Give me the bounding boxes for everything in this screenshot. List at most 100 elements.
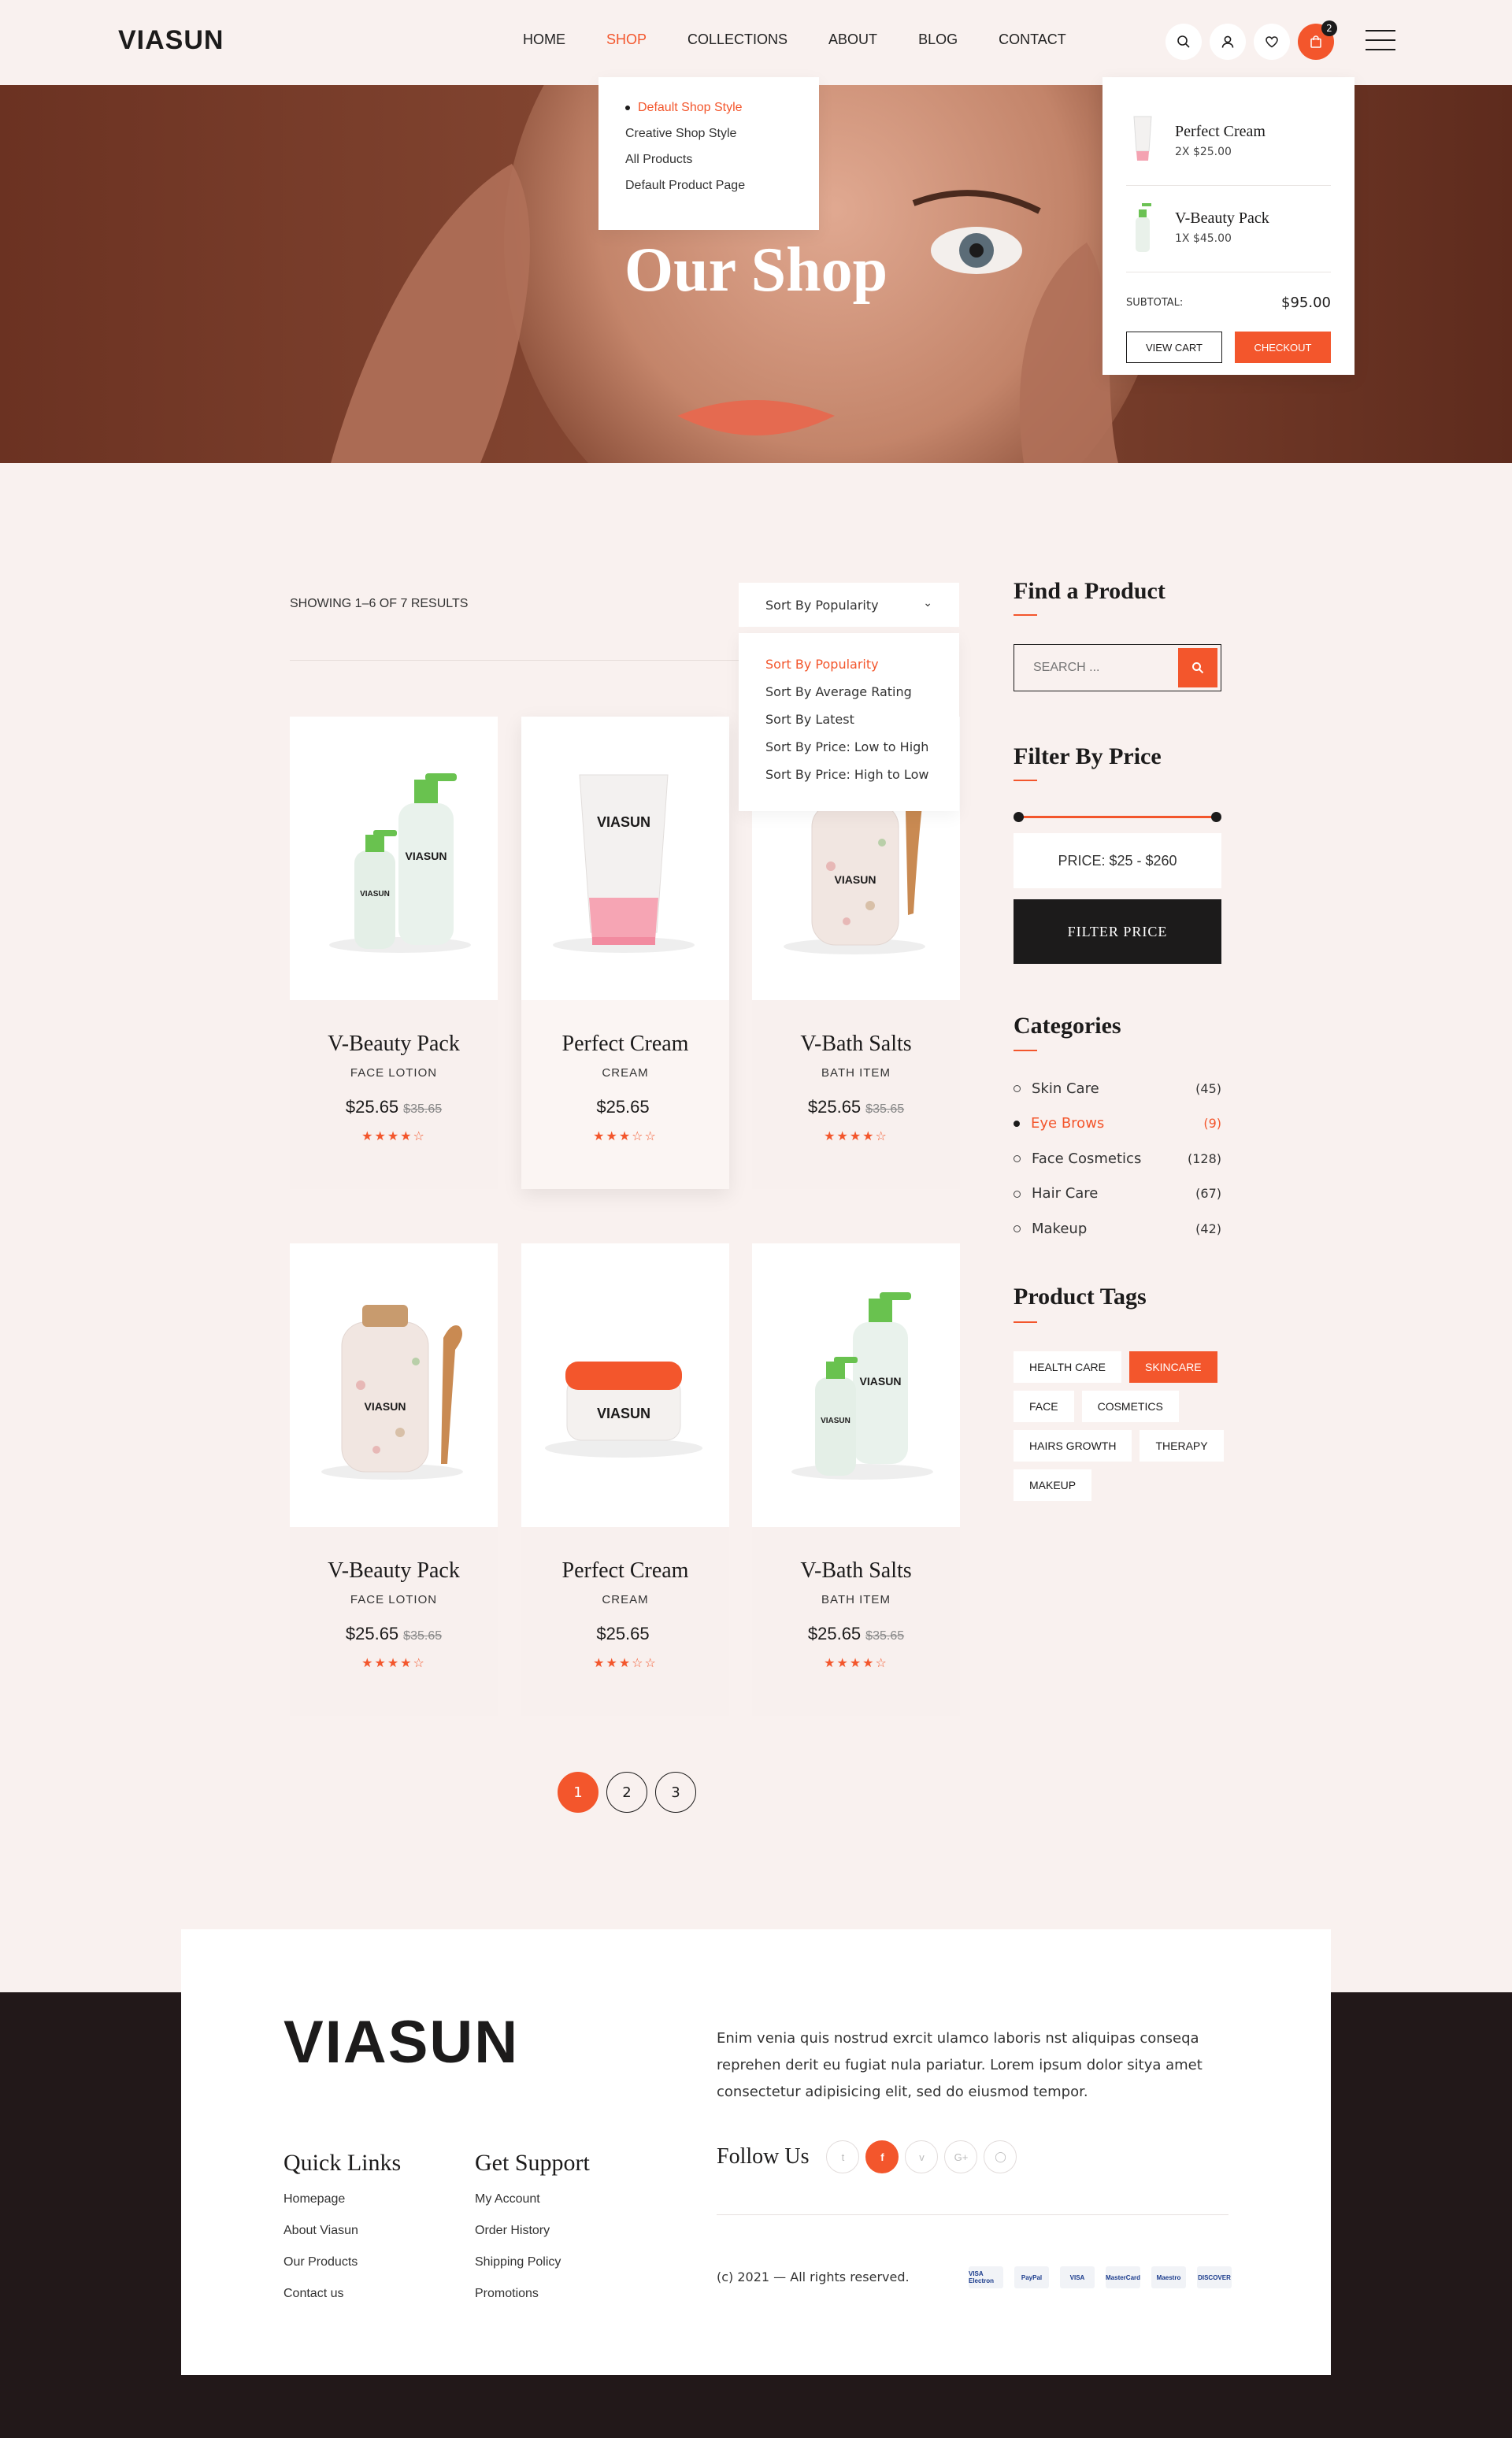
vimeo-icon[interactable]: v [905,2140,939,2173]
svg-text:VIASUN: VIASUN [860,1375,902,1388]
product-card[interactable]: VIASUN VIASUN V-Bath Salts BATH ITEM $25… [752,1243,960,1716]
category-count: (45) [1195,1080,1221,1096]
hamburger-menu-button[interactable] [1366,30,1395,54]
price-range-label: PRICE: $25 - $260 [1014,833,1221,888]
product-name[interactable]: Perfect Cream [521,1558,729,1584]
nav-home[interactable]: HOME [523,31,565,48]
product-name[interactable]: V-Beauty Pack [290,1032,498,1057]
cart-icon [1310,35,1321,48]
nav-about[interactable]: ABOUT [828,31,877,48]
category-item-face-cosmetics[interactable]: Face Cosmetics (128) [1014,1141,1221,1176]
account-button[interactable] [1210,24,1246,60]
product-image[interactable]: VIASUN [521,717,729,1000]
price-min-handle[interactable] [1014,812,1024,822]
twitter-icon[interactable]: t [826,2140,860,2173]
checkout-button[interactable]: CHECKOUT [1235,332,1331,363]
sort-option-latest[interactable]: Sort By Latest [765,712,932,727]
maestro-icon: Maestro [1151,2266,1186,2288]
menu-icon-line [1366,49,1395,50]
sort-option-rating[interactable]: Sort By Average Rating [765,684,932,699]
category-item-eye-brows[interactable]: Eye Brows (9) [1014,1106,1221,1142]
tag-makeup[interactable]: MAKEUP [1014,1469,1092,1501]
nav-contact[interactable]: CONTACT [999,31,1066,48]
mini-cart-item[interactable]: V-Beauty Pack 1X $45.00 [1126,186,1331,272]
search-submit-button[interactable] [1178,648,1217,687]
product-card[interactable]: VIASUN Perfect Cream CREAM $25.65 ★★★☆☆ [521,1243,729,1716]
product-name[interactable]: V-Bath Salts [752,1558,960,1584]
visa-icon: VISA [1060,2266,1095,2288]
category-item-skin-care[interactable]: Skin Care (45) [1014,1071,1221,1106]
tag-hairs-growth[interactable]: HAIRS GROWTH [1014,1430,1132,1462]
shop-menu-item-product-page[interactable]: Default Product Page [625,179,792,193]
search-button[interactable] [1166,24,1202,60]
result-count: SHOWING 1–6 OF 7 RESULTS [290,597,469,610]
shop-menu-item-all-products[interactable]: All Products [625,153,792,167]
mini-cart-actions: VIEW CART CHECKOUT [1126,332,1331,363]
product-card[interactable]: VIASUN Perfect Cream CREAM $25.65 ★★★☆☆ [521,717,729,1189]
product-name[interactable]: V-Bath Salts [752,1032,960,1057]
sort-option-price-asc[interactable]: Sort By Price: Low to High [765,739,932,754]
old-price: $35.65 [403,1629,443,1643]
category-item-hair-care[interactable]: Hair Care (67) [1014,1176,1221,1212]
nav-shop[interactable]: SHOP [606,31,647,48]
instagram-icon[interactable]: ◯ [984,2140,1017,2173]
footer-link-promotions[interactable]: Promotions [475,2287,590,2301]
tag-therapy[interactable]: THERAPY [1140,1430,1224,1462]
footer-link-about[interactable]: About Viasun [284,2224,401,2238]
view-cart-button[interactable]: VIEW CART [1126,332,1222,363]
product-name[interactable]: Perfect Cream [521,1032,729,1057]
tag-cosmetics[interactable]: COSMETICS [1081,1391,1179,1422]
tag-skincare[interactable]: SKINCARE [1128,1351,1217,1383]
sort-option-popularity[interactable]: Sort By Popularity [765,657,932,672]
site-logo[interactable]: VIASUN [118,25,224,56]
footer-link-homepage[interactable]: Homepage [284,2192,401,2206]
page-button-1[interactable]: 1 [558,1772,598,1813]
shop-menu-item-creative-style[interactable]: Creative Shop Style [625,127,792,141]
product-image[interactable]: VIASUN VIASUN [752,1243,960,1527]
tag-face[interactable]: FACE [1014,1391,1074,1422]
cart-button[interactable]: 2 [1298,20,1337,60]
product-price: $25.65 $35.65 [290,1624,498,1644]
price-range-slider[interactable] [1014,811,1221,822]
current-price: $25.65 [807,1624,862,1643]
product-card[interactable]: VIASUN VIASUN V-Beauty Pack FACE LOTION … [290,717,498,1189]
google-plus-icon[interactable]: G+ [944,2140,978,2173]
page-button-3[interactable]: 3 [655,1772,696,1813]
heart-icon [1266,36,1278,48]
sort-select[interactable]: Sort By Popularity ⌄ [739,583,959,627]
title-underline [1014,780,1037,781]
paypal-icon: PayPal [1014,2266,1049,2288]
shop-menu-item-default-style[interactable]: Default Shop Style [625,101,792,115]
footer-link-contact[interactable]: Contact us [284,2287,401,2301]
filter-price-button[interactable]: FILTER PRICE [1014,899,1221,964]
wishlist-button[interactable] [1254,24,1290,60]
category-name: Eye Brows [1031,1115,1105,1132]
tag-health-care[interactable]: HEALTH CARE [1014,1351,1121,1383]
copyright-text: (c) 2021 — All rights reserved. [717,2269,910,2284]
product-category: BATH ITEM [821,1593,891,1606]
product-image[interactable]: VIASUN VIASUN [290,717,498,1000]
facebook-icon[interactable]: f [865,2140,899,2173]
category-item-makeup[interactable]: Makeup (42) [1014,1211,1221,1247]
filter-price-title: Filter By Price [1014,743,1162,769]
nav-blog[interactable]: BLOG [918,31,958,48]
product-card[interactable]: VIASUN V-Beauty Pack FACE LOTION $25.65 $… [290,1243,498,1716]
sort-option-price-desc[interactable]: Sort By Price: High to Low [765,767,932,782]
cream-tube-thumbnail [1126,113,1159,169]
quick-links-column: Quick Links Homepage About Viasun Our Pr… [284,2150,401,2318]
footer-link-products[interactable]: Our Products [284,2255,401,2269]
product-image[interactable]: VIASUN [521,1243,729,1527]
footer-logo[interactable]: VIASUN [284,2008,519,2077]
footer-link-order-history[interactable]: Order History [475,2224,590,2238]
mini-cart-item[interactable]: Perfect Cream 2X $25.00 [1126,99,1331,186]
title-underline [1014,1321,1037,1323]
product-search-input[interactable] [1014,645,1178,691]
footer-link-shipping[interactable]: Shipping Policy [475,2255,590,2269]
footer-divider [717,2214,1228,2215]
page-button-2[interactable]: 2 [606,1772,647,1813]
footer-link-account[interactable]: My Account [475,2192,590,2206]
nav-collections[interactable]: COLLECTIONS [687,31,788,48]
product-image[interactable]: VIASUN [290,1243,498,1527]
price-max-handle[interactable] [1211,812,1221,822]
product-name[interactable]: V-Beauty Pack [290,1558,498,1584]
